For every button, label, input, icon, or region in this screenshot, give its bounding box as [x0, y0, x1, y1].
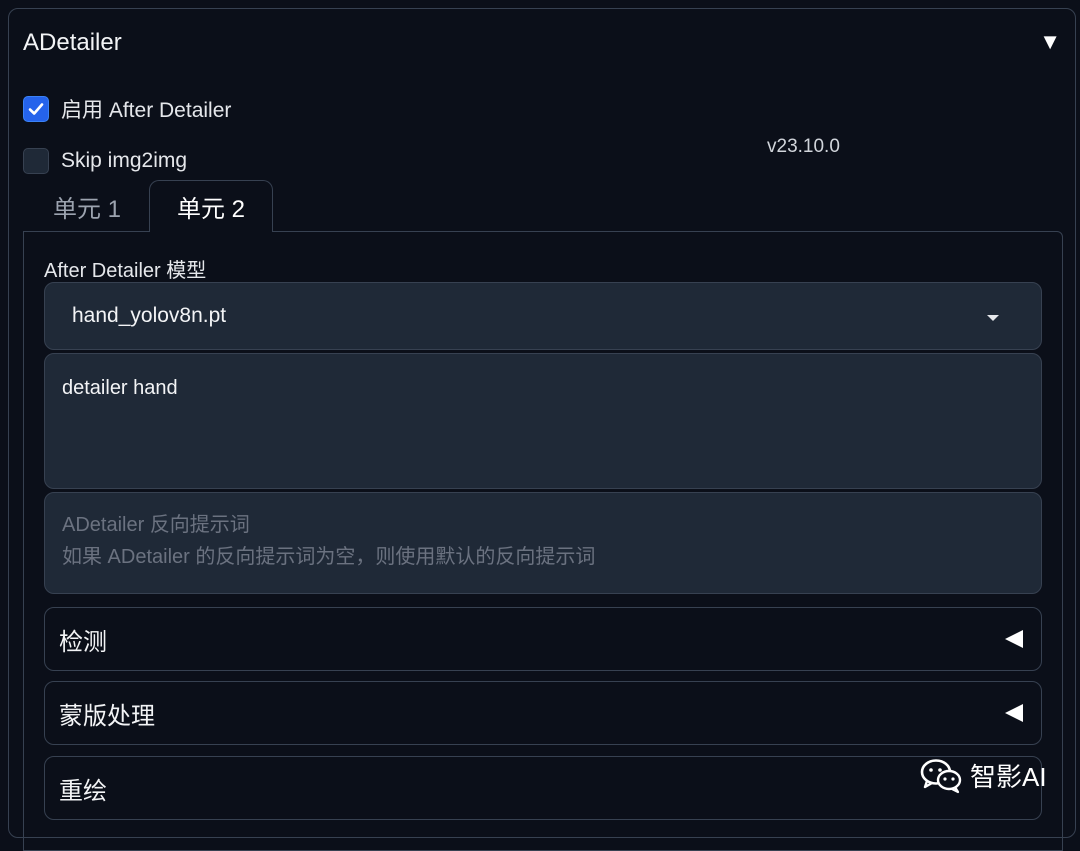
negative-placeholder-line2: 如果 ADetailer 的反向提示词为空，则使用默认的反向提示词 [62, 546, 596, 568]
accordion-inpainting[interactable]: 重绘 [44, 756, 1042, 820]
enable-adetailer-checkbox[interactable] [23, 96, 49, 122]
tab-unit-1[interactable]: 单元 1 [37, 180, 137, 232]
model-value: hand_yolov8n.pt [72, 304, 227, 327]
accordion-detection[interactable]: 检测 [44, 607, 1042, 671]
adetailer-panel: ADetailer ▼ 启用 After Detailer Skip img2i… [8, 8, 1076, 851]
negative-prompt-textarea[interactable]: ADetailer 反向提示词 如果 ADetailer 的反向提示词为空，则使… [44, 492, 1042, 594]
model-dropdown[interactable]: hand_yolov8n.pt [44, 282, 1042, 350]
skip-img2img-checkbox[interactable] [23, 148, 49, 174]
collapse-arrow-icon[interactable]: ▼ [1039, 29, 1061, 55]
triangle-left-icon [1005, 630, 1023, 648]
checkmark-icon [28, 103, 44, 115]
accordion-detection-label: 检测 [59, 628, 107, 656]
chevron-down-icon [987, 315, 999, 321]
skip-img2img-label: Skip img2img [61, 149, 188, 172]
accordion-inpaint-label: 重绘 [59, 777, 107, 805]
accordion-mask-processing[interactable]: 蒙版处理 [44, 681, 1042, 745]
enable-adetailer-label: 启用 After Detailer [61, 99, 232, 122]
triangle-left-icon [1005, 704, 1023, 722]
enable-adetailer-row[interactable]: 启用 After Detailer [23, 94, 231, 124]
watermark-text: 智影AI [970, 762, 1047, 792]
skip-img2img-row[interactable]: Skip img2img [23, 148, 187, 174]
wechat-icon [920, 758, 962, 793]
model-label: After Detailer 模型 [44, 260, 207, 282]
unit-tabs: 单元 1 单元 2 [23, 180, 1063, 232]
watermark: 智影AI [920, 757, 1047, 794]
unit-2-panel: After Detailer 模型 hand_yolov8n.pt detail… [23, 231, 1063, 851]
adetailer-title[interactable]: ADetailer [23, 29, 122, 57]
tab-unit-2[interactable]: 单元 2 [149, 180, 273, 232]
prompt-text: detailer hand [62, 377, 178, 399]
prompt-textarea[interactable]: detailer hand [44, 353, 1042, 489]
accordion-mask-label: 蒙版处理 [59, 702, 155, 730]
negative-placeholder-line1: ADetailer 反向提示词 [62, 514, 250, 536]
version-label: v23.10.0 [767, 136, 840, 157]
